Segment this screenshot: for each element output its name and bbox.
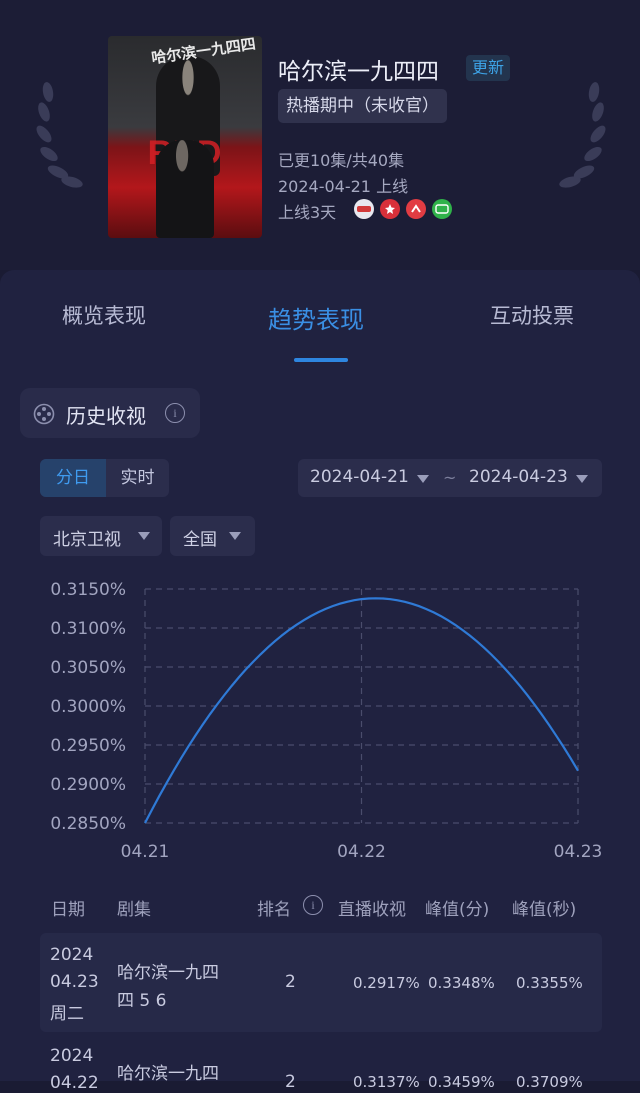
show-poster[interactable]: RED 哈尔滨一九四四: [108, 36, 262, 238]
iqiyi-icon: [432, 199, 452, 219]
laurel-left-icon: [36, 82, 83, 188]
release-date: 2024-04-21 上线: [278, 177, 409, 196]
mode-day-button[interactable]: 分日: [40, 459, 106, 497]
row-year: 2024: [50, 945, 94, 965]
chevron-down-icon: [417, 475, 429, 483]
x-tick-label: 04.22: [337, 842, 386, 862]
row-date: 04.22: [50, 1073, 99, 1093]
show-title: 哈尔滨一九四四: [278, 59, 439, 85]
col-header-episode: 剧集: [117, 900, 151, 920]
row-rank: 2: [285, 1072, 296, 1092]
channel-select-label: 北京卫视: [53, 530, 121, 550]
x-tick-label: 04.23: [554, 842, 603, 862]
y-tick-label: 0.2850%: [50, 814, 126, 834]
y-tick-label: 0.2950%: [50, 736, 126, 756]
col-header-peak-min: 峰值(分): [425, 900, 490, 920]
laurel-right-icon: [559, 82, 606, 188]
region-select-label: 全国: [183, 530, 217, 550]
col-header-rank: 排名: [257, 900, 291, 920]
row-peak-min: 0.3459%: [428, 1073, 495, 1091]
row-episode-line1: 哈尔滨一九四: [117, 1064, 219, 1084]
show-header: RED 哈尔滨一九四四 哈尔滨一九四四 更新 热播期中（未收官） 已更10集/共…: [0, 0, 640, 270]
chevron-down-icon: [229, 532, 241, 540]
rank-info-icon[interactable]: i: [303, 895, 323, 915]
mango-icon: [380, 199, 400, 219]
y-tick-label: 0.3000%: [50, 697, 126, 717]
mode-toggle: 分日 实时: [40, 459, 169, 497]
episodes-count: 已更10集/共40集: [278, 151, 405, 170]
row-date: 04.23: [50, 972, 99, 992]
status-badge: 热播期中（未收官）: [278, 89, 447, 123]
days-online: 上线3天: [278, 203, 337, 222]
date-to-select[interactable]: 2024-04-23: [469, 467, 568, 487]
row-live: 0.2917%: [353, 974, 420, 992]
date-separator: ~: [443, 468, 457, 487]
active-tab-indicator: [294, 358, 348, 362]
y-tick-label: 0.3100%: [50, 619, 126, 639]
row-weekday: 周二: [50, 1004, 84, 1024]
y-tick-label: 0.3050%: [50, 658, 126, 678]
row-live: 0.3137%: [353, 1073, 420, 1091]
cctv-icon: [354, 199, 374, 219]
row-episode-line1: 哈尔滨一九四: [117, 963, 219, 983]
section-title: 历史收视: [66, 404, 146, 428]
mode-realtime-button[interactable]: 实时: [106, 459, 169, 497]
col-header-peak-sec: 峰值(秒): [512, 900, 577, 920]
row-year: 2024: [50, 1046, 94, 1066]
tab-overview[interactable]: 概览表现: [62, 300, 146, 330]
update-badge: 更新: [466, 55, 511, 81]
date-from-select[interactable]: 2024-04-21: [310, 467, 409, 487]
info-icon[interactable]: i: [165, 403, 185, 423]
chevron-down-icon: [138, 532, 150, 540]
youku-icon: [406, 199, 426, 219]
col-header-date: 日期: [51, 900, 85, 920]
poster-figure-woman: [156, 140, 214, 238]
y-tick-label: 0.3150%: [50, 580, 126, 600]
row-peak-sec: 0.3355%: [516, 974, 583, 992]
col-header-live: 直播收视: [338, 900, 406, 920]
row-rank: 2: [285, 972, 296, 992]
row-episode-line2: 四 5 6: [117, 991, 167, 1011]
y-tick-label: 0.2900%: [50, 775, 126, 795]
ratings-line-chart: 0.3150% 0.3100% 0.3050% 0.3000% 0.2950% 0.290…: [50, 580, 603, 862]
film-reel-icon: [33, 403, 55, 425]
x-tick-label: 04.21: [121, 842, 170, 862]
row-peak-sec: 0.3709%: [516, 1073, 583, 1091]
platform-list: [354, 199, 452, 219]
chevron-down-icon: [576, 475, 588, 483]
row-peak-min: 0.3348%: [428, 974, 495, 992]
tab-trend[interactable]: 趋势表现: [268, 300, 364, 335]
tab-interaction[interactable]: 互动投票: [490, 300, 574, 330]
